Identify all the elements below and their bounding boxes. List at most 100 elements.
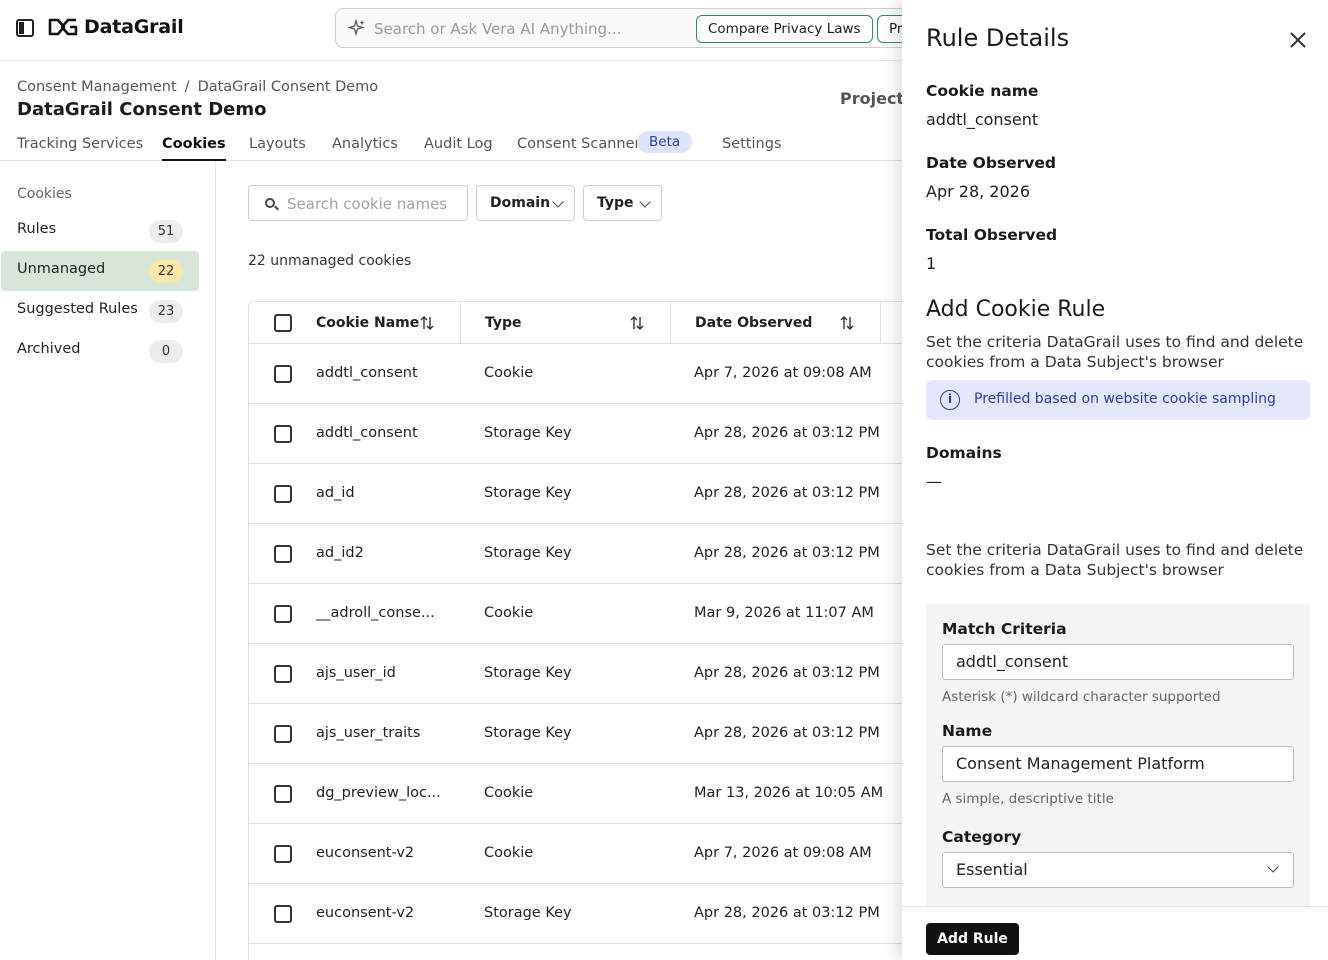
row-checkbox[interactable] — [274, 545, 292, 563]
criteria-description-2: Set the criteria DataGrail uses to find … — [926, 541, 1304, 579]
domains-value: — — [926, 472, 942, 491]
cookie-name-cell: addtl_consent — [316, 365, 418, 381]
table-row[interactable]: ad_id2 Storage Key Apr 28, 2026 at 03:12 P… — [249, 524, 908, 584]
add-cookie-rule-heading: Add Cookie Rule — [926, 297, 1106, 322]
criteria-description: Set the criteria DataGrail uses to find … — [926, 333, 1304, 371]
breadcrumb-current: DataGrail Consent Demo — [197, 79, 379, 95]
match-criteria-input[interactable]: addtl_consent — [942, 644, 1294, 680]
cookie-search-input[interactable]: Search cookie names — [248, 185, 468, 221]
type-cell: Storage Key — [484, 725, 572, 741]
column-header-type[interactable]: Type — [485, 302, 522, 344]
row-checkbox[interactable] — [274, 665, 292, 683]
close-icon[interactable] — [1290, 32, 1306, 48]
sidebar-item-rules[interactable]: Rules 51 — [1, 211, 199, 251]
column-divider — [670, 302, 671, 344]
type-cell: Storage Key — [484, 485, 572, 501]
count-badge: 23 — [149, 300, 183, 323]
table-row[interactable]: ajs_user_id Storage Key Apr 28, 2026 at 03… — [249, 644, 908, 704]
project-label: Project: — [840, 89, 911, 108]
row-checkbox[interactable] — [274, 365, 292, 383]
count-badge: 0 — [149, 340, 183, 363]
date-observed-cell: Apr 28, 2026 at 03:12 PM — [694, 545, 880, 561]
tab-analytics[interactable]: Analytics — [332, 136, 398, 159]
date-observed-cell: Apr 7, 2026 at 09:08 AM — [694, 845, 872, 861]
date-observed-cell: Mar 9, 2026 at 11:07 AM — [694, 605, 874, 621]
name-input[interactable]: Consent Management Platform — [942, 746, 1294, 782]
type-cell: Storage Key — [484, 905, 572, 921]
sparkle-icon — [348, 19, 365, 37]
domain-filter-label: Domain — [490, 195, 551, 211]
type-filter-label: Type — [597, 195, 634, 211]
prefill-info-banner: i Prefilled based on website cookie samp… — [926, 380, 1310, 420]
type-cell: Storage Key — [484, 665, 572, 681]
tab-cookies[interactable]: Cookies — [162, 136, 226, 161]
breadcrumb-consent-management[interactable]: Consent Management — [17, 79, 177, 95]
row-checkbox[interactable] — [274, 485, 292, 503]
sidebar-item-unmanaged[interactable]: Unmanaged 22 — [1, 251, 199, 291]
sidebar-item-suggested-rules[interactable]: Suggested Rules 23 — [1, 291, 199, 331]
select-all-checkbox[interactable] — [274, 314, 292, 332]
name-label: Name — [942, 722, 993, 740]
rule-form: Match Criteria addtl_consent Asterisk (*… — [926, 604, 1310, 906]
breadcrumb: Consent Management / DataGrail Consent D… — [17, 79, 378, 95]
sort-icon[interactable] — [630, 316, 644, 330]
sidebar-item-archived[interactable]: Archived 0 — [1, 331, 199, 371]
sidebar-item-label: Unmanaged — [17, 261, 106, 277]
sort-icon[interactable] — [840, 316, 854, 330]
type-filter-dropdown[interactable]: Type — [583, 185, 662, 221]
domain-filter-dropdown[interactable]: Domain — [476, 185, 575, 221]
panel-footer: Add Rule — [902, 906, 1328, 960]
column-header-date-observed[interactable]: Date Observed — [695, 302, 812, 344]
row-checkbox[interactable] — [274, 725, 292, 743]
logo[interactable]: DataGrail — [48, 16, 184, 38]
category-select[interactable]: Essential — [942, 852, 1294, 888]
sort-icon[interactable] — [420, 316, 434, 330]
row-checkbox[interactable] — [274, 605, 292, 623]
tab-settings[interactable]: Settings — [722, 136, 781, 159]
global-search-input[interactable]: Search or Ask Vera AI Anything... Compar… — [335, 8, 975, 48]
column-header-cookie-name[interactable]: Cookie Name — [316, 302, 419, 344]
match-criteria-help: Asterisk (*) wildcard character supporte… — [942, 689, 1221, 705]
cookie-name-cell: ajs_user_id — [316, 665, 396, 681]
table-row[interactable]: __adroll_conse... Cookie Mar 9, 2026 at 11… — [249, 584, 908, 644]
table-row[interactable]: addtl_consent Cookie Apr 7, 2026 at 09:08 … — [249, 344, 908, 404]
tab-layouts[interactable]: Layouts — [249, 136, 306, 159]
row-checkbox[interactable] — [274, 425, 292, 443]
row-checkbox[interactable] — [274, 845, 292, 863]
date-observed-label: Date Observed — [926, 154, 1057, 172]
search-icon — [265, 198, 275, 208]
table-row[interactable]: addtl_consent Storage Key Apr 28, 2026 at … — [249, 404, 908, 464]
chevron-down-icon — [1267, 861, 1279, 873]
cookie-name-cell: ad_id2 — [316, 545, 364, 561]
table-row[interactable]: euconsent-v2 Storage Key Apr 28, 2026 at 0… — [249, 884, 908, 944]
add-rule-button[interactable]: Add Rule — [926, 923, 1019, 955]
table-row[interactable]: ajs_user_traits Storage Key Apr 28, 2026 a… — [249, 704, 908, 764]
type-cell: Storage Key — [484, 545, 572, 561]
cookie-name-cell: addtl_consent — [316, 425, 418, 441]
tab-audit-log[interactable]: Audit Log — [424, 136, 493, 159]
sidebar-toggle-icon[interactable] — [16, 19, 34, 37]
compare-privacy-laws-button[interactable]: Compare Privacy Laws — [696, 15, 873, 43]
table-row[interactable]: euconsent-v2 Cookie Apr 7, 2026 at 09:08 A… — [249, 824, 908, 884]
date-observed-value: Apr 28, 2026 — [926, 182, 1031, 201]
tab-consent-scanner[interactable]: Consent Scanner — [517, 136, 640, 159]
table-row[interactable]: dg_preview_loc... Cookie Mar 13, 2026 at 1… — [249, 764, 908, 824]
row-checkbox[interactable] — [274, 785, 292, 803]
info-text: Prefilled based on website cookie sampli… — [974, 391, 1276, 407]
date-observed-cell: Apr 28, 2026 at 03:12 PM — [694, 905, 880, 921]
sidebar-item-label: Archived — [17, 341, 81, 357]
cookies-sidebar: Cookies Rules 51 Unmanaged 22 Suggested … — [0, 161, 216, 960]
brand-name: DataGrail — [84, 16, 184, 38]
row-checkbox[interactable] — [274, 905, 292, 923]
rule-details-panel: Rule Details Cookie name addtl_consent D… — [902, 0, 1328, 960]
type-cell: Cookie — [484, 845, 534, 861]
sidebar-item-label: Rules — [17, 221, 57, 237]
table-row[interactable]: ad_id Storage Key Apr 28, 2026 at 03:12 PM — [249, 464, 908, 524]
category-label: Category — [942, 828, 1022, 846]
date-observed-cell: Apr 28, 2026 at 03:12 PM — [694, 725, 880, 741]
tab-tracking-services[interactable]: Tracking Services — [17, 136, 143, 159]
total-observed-value: 1 — [926, 254, 937, 273]
cookie-name-cell: dg_preview_loc... — [316, 785, 441, 801]
type-cell: Cookie — [484, 605, 534, 621]
date-observed-cell: Apr 28, 2026 at 03:12 PM — [694, 665, 880, 681]
